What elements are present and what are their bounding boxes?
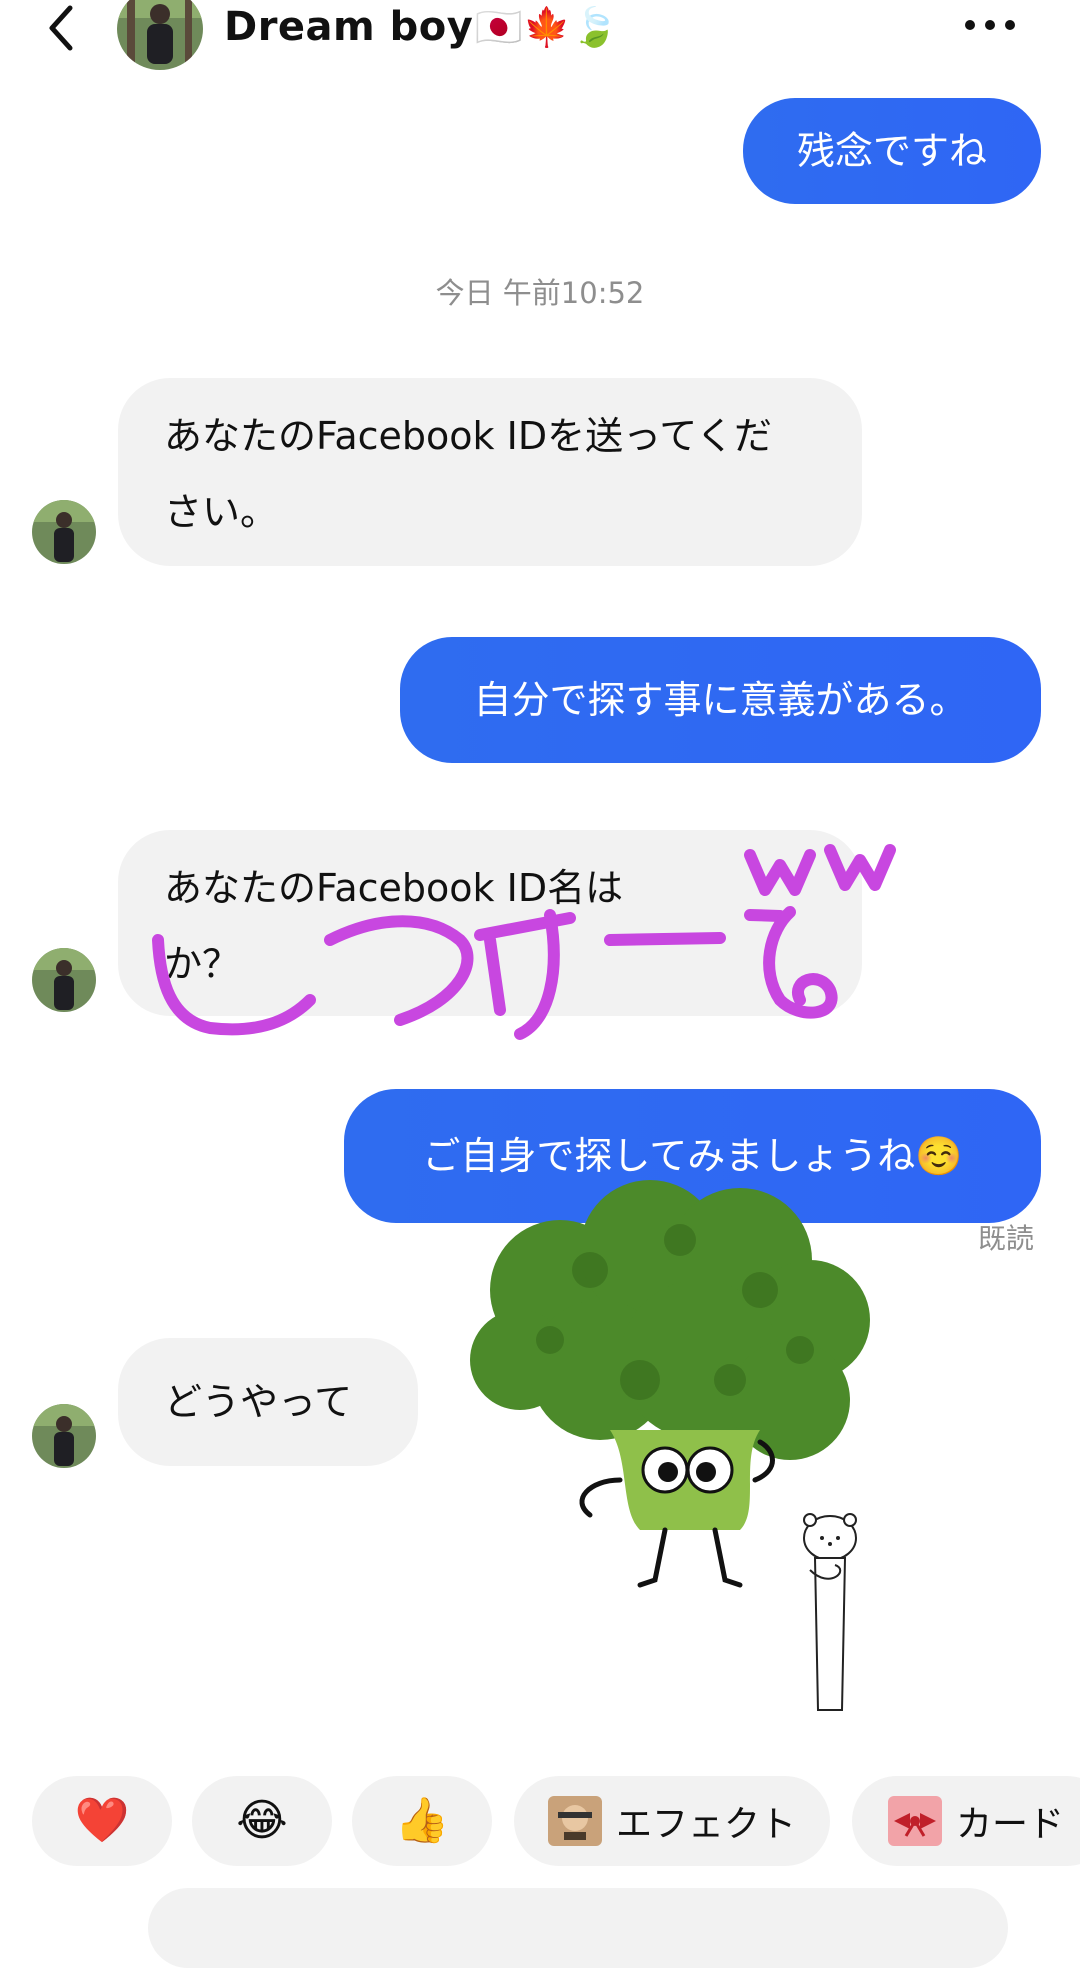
back-arrow-icon[interactable] — [38, 0, 88, 56]
chat-header: Dream boy🇯🇵🍁🍃 — [0, 0, 1080, 100]
contact-avatar[interactable] — [117, 0, 203, 70]
contact-name[interactable]: Dream boy🇯🇵🍁🍃 — [224, 2, 619, 52]
message-bubble-outgoing[interactable]: 自分で探す事に意義がある。 — [400, 637, 1041, 763]
contact-avatar-small[interactable] — [32, 948, 96, 1012]
more-options-icon[interactable] — [960, 10, 1020, 40]
effect-thumbnail-icon — [547, 1796, 602, 1846]
message-bubble-incoming[interactable]: どうやって — [118, 1338, 418, 1466]
read-receipt: 既読 — [977, 1222, 1034, 1255]
handwritten-overlay — [152, 844, 896, 1040]
reaction-heart-button[interactable]: ❤️ — [32, 1776, 172, 1866]
gift-ribbon-icon — [888, 1796, 942, 1846]
reaction-thumbs-up-button[interactable]: 👍 — [352, 1776, 492, 1866]
message-bubble-outgoing[interactable]: 残念ですね — [743, 98, 1041, 204]
bear-sticker — [803, 1513, 857, 1711]
quick-reactions-bar: ❤️ 😂 👍 エフェクト カード — [0, 1776, 1080, 1866]
contact-avatar-small[interactable] — [32, 1404, 96, 1468]
name-emojis: 🇯🇵🍁🍃 — [475, 5, 619, 49]
card-button[interactable]: カード — [852, 1776, 1080, 1866]
thumbs-up-icon: 👍 — [394, 1795, 450, 1846]
laughing-emoji-icon: 😂 — [236, 1795, 288, 1846]
contact-avatar-small[interactable] — [32, 500, 96, 564]
timestamp: 今日 午前10:52 — [435, 276, 645, 310]
reaction-laughing-button[interactable]: 😂 — [192, 1776, 332, 1866]
message-bubble-incoming[interactable]: あなたのFacebook IDを送ってくだ さい。 — [118, 378, 862, 566]
message-composer[interactable] — [148, 1888, 1008, 1968]
heart-icon: ❤️ — [74, 1795, 130, 1846]
effect-button[interactable]: エフェクト — [514, 1776, 830, 1866]
